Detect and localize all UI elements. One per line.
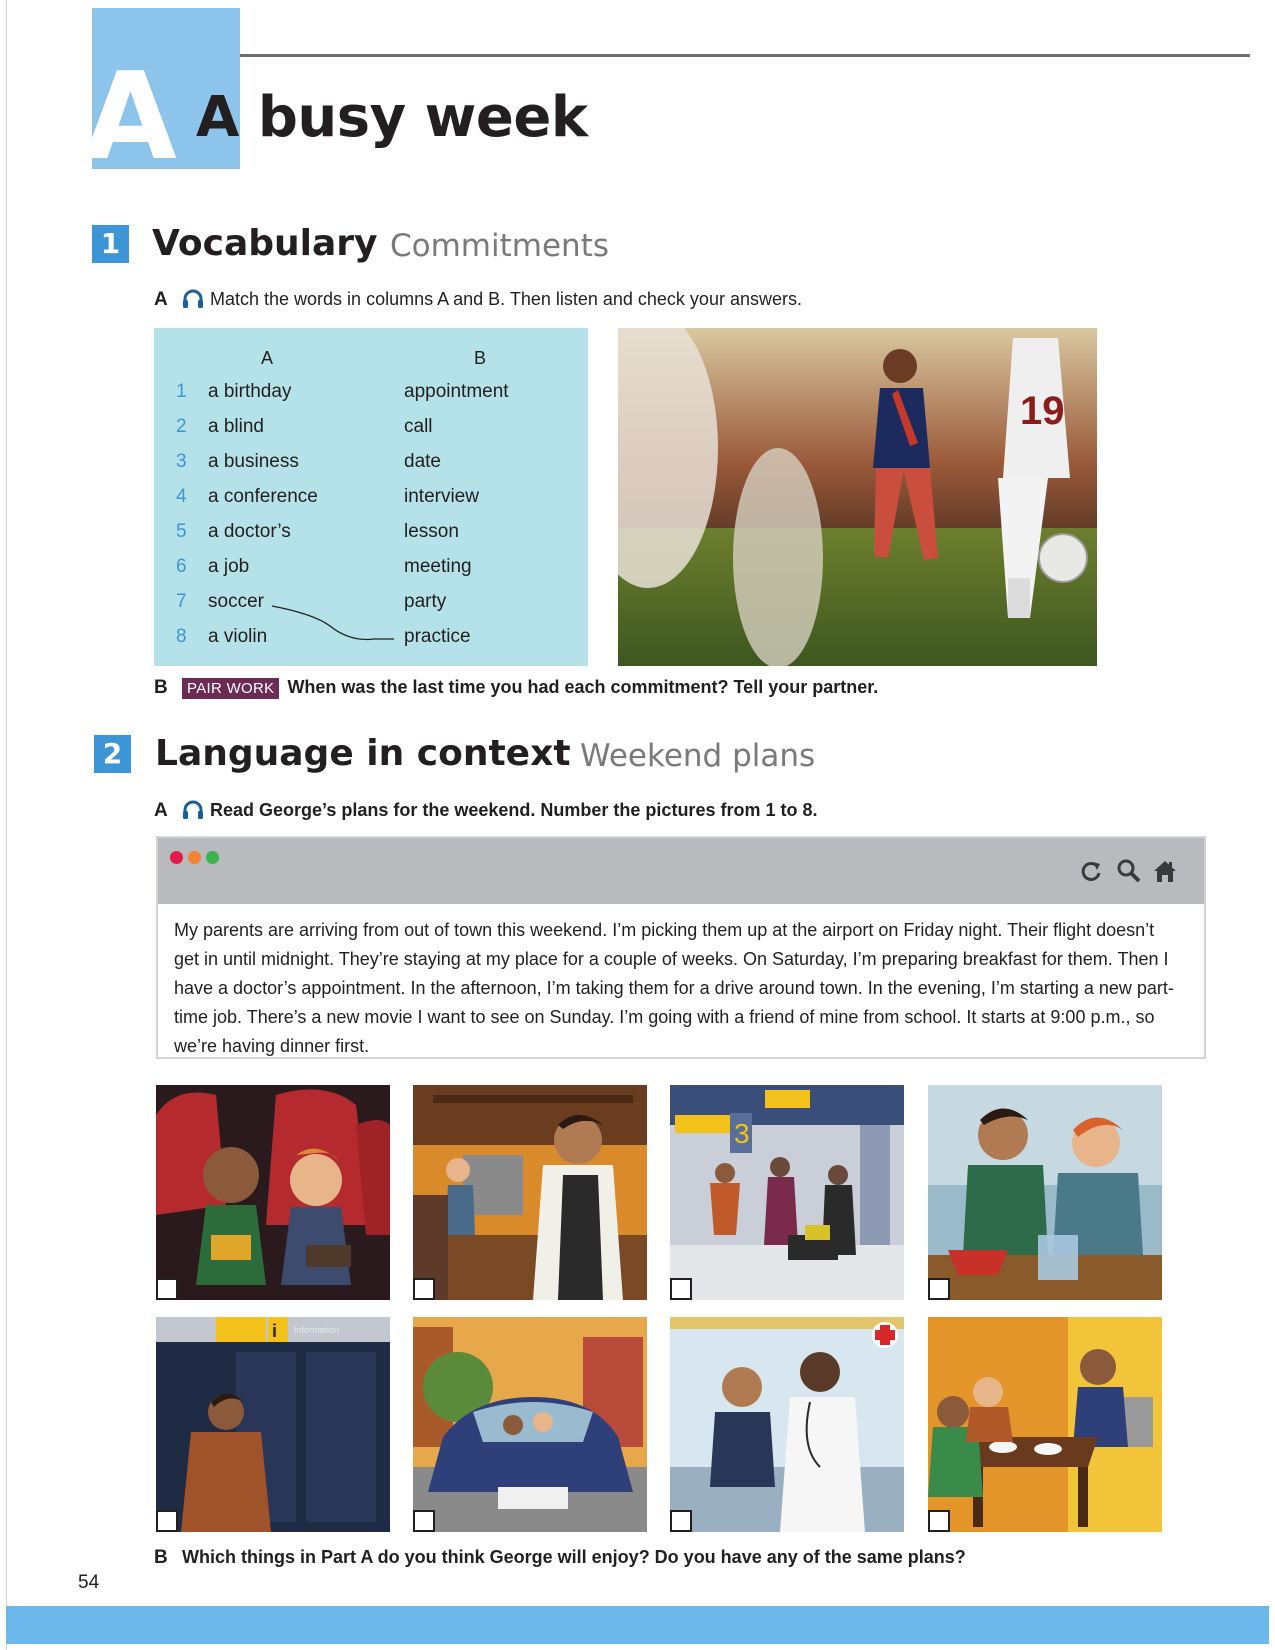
info-sign: i — [272, 1321, 277, 1341]
part-b-letter: B — [154, 1547, 168, 1568]
browser-toolbar — [158, 838, 1204, 904]
picture-movie-theater — [156, 1085, 390, 1300]
window-dot-green[interactable] — [206, 851, 219, 864]
unit-letter: A — [92, 48, 177, 170]
part-a-letter: A — [154, 289, 168, 310]
headphones-icon[interactable] — [182, 800, 204, 820]
vocabulary-match-box: A B 1a birthday appointment 2a blind call … — [154, 328, 588, 666]
footer-bar — [6, 1606, 1269, 1644]
picture-number-box[interactable] — [670, 1510, 692, 1532]
picture-number-box[interactable] — [413, 1510, 435, 1532]
picture-flight-board: i Information — [156, 1317, 390, 1532]
unit-title: A busy week — [196, 85, 588, 150]
part-b-text: When was the last time you had each comm… — [287, 677, 879, 697]
picture-car-drive — [413, 1317, 647, 1532]
picture-coffee-shop — [413, 1085, 647, 1300]
picture-number-box[interactable] — [928, 1278, 950, 1300]
part-b-letter: B — [154, 677, 168, 698]
section-2-part-b-instruction: B Which things in Part A do you think Geo… — [154, 1546, 966, 1569]
picture-number-box[interactable] — [413, 1278, 435, 1300]
page-edge-line — [6, 0, 7, 1650]
section-2-part-a-instruction: A Read George’s plans for the weekend. Nu… — [154, 799, 817, 822]
part-a-letter: A — [154, 800, 168, 821]
headphones-icon[interactable] — [182, 289, 204, 309]
search-icon[interactable] — [1116, 858, 1142, 884]
section-2-subtitle: Weekend plans — [580, 738, 816, 774]
info-sign-text: Information — [294, 1325, 339, 1335]
section-1-subtitle: Commitments — [390, 228, 609, 264]
picture-doctor-visit — [670, 1317, 904, 1532]
browser-window: My parents are arriving from out of town… — [156, 836, 1206, 1059]
picture-dinner — [928, 1317, 1162, 1532]
header-rule — [240, 54, 1250, 57]
picture-breakfast — [928, 1085, 1162, 1300]
home-icon[interactable] — [1152, 858, 1178, 884]
picture-number-box[interactable] — [670, 1278, 692, 1300]
gate-number: 3 — [734, 1118, 750, 1149]
refresh-icon[interactable] — [1078, 858, 1104, 884]
section-1-part-a-instruction: A Match the words in columns A and B. The… — [154, 288, 802, 311]
window-dot-orange[interactable] — [188, 851, 201, 864]
picture-number-box[interactable] — [156, 1510, 178, 1532]
pair-work-badge: PAIR WORK — [182, 678, 280, 699]
part-a-text: Match the words in columns A and B. Then… — [210, 289, 802, 309]
part-a-text: Read George’s plans for the weekend. Num… — [210, 800, 818, 820]
soccer-photo: 19 — [618, 328, 1097, 666]
picture-number-box[interactable] — [156, 1278, 178, 1300]
weekend-plans-text: My parents are arriving from out of town… — [174, 920, 1174, 1056]
jersey-number: 19 — [1020, 389, 1065, 433]
section-2-title: Language in context — [155, 733, 571, 774]
part-b-text: Which things in Part A do you think Geor… — [182, 1547, 966, 1567]
section-1-part-b-instruction: B PAIR WORK When was the last time you had… — [154, 676, 878, 699]
page-number: 54 — [78, 1572, 100, 1593]
section-2-number: 2 — [94, 735, 131, 773]
window-dot-red[interactable] — [170, 851, 183, 864]
section-1-title: Vocabulary — [152, 223, 378, 264]
picture-number-box[interactable] — [928, 1510, 950, 1532]
section-1-number: 1 — [92, 225, 129, 263]
example-match-line — [271, 605, 394, 641]
picture-airport-arrivals: 3 — [670, 1085, 904, 1300]
